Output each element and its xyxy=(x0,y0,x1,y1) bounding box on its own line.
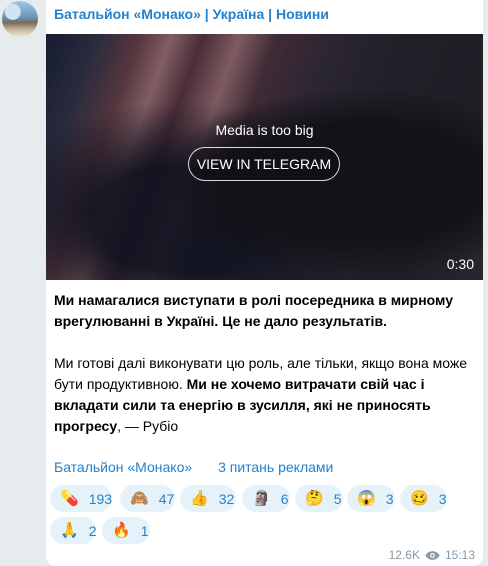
channel-link[interactable]: Батальйон «Монако» xyxy=(54,459,192,475)
reaction-thinking[interactable]: 🤔 5 xyxy=(295,485,343,512)
folded-hands-icon: 🙏 xyxy=(60,522,79,539)
reaction-woozy[interactable]: 🥴 3 xyxy=(400,485,447,512)
reaction-fire[interactable]: 🔥 1 xyxy=(102,517,150,544)
message-meta: 12.6K 15:13 xyxy=(389,548,475,562)
reaction-pray[interactable]: 🙏 2 xyxy=(50,517,96,544)
reaction-thumbs-up[interactable]: 👍 32 xyxy=(180,485,236,512)
eye-icon xyxy=(425,550,440,560)
ads-link[interactable]: 3 питань реклами xyxy=(218,459,333,475)
post-time: 15:13 xyxy=(444,548,475,562)
post-attribution: , — Рубіо xyxy=(117,418,179,434)
thumbs-up-icon: 👍 xyxy=(190,490,209,507)
reaction-count: 2 xyxy=(88,522,97,539)
reaction-count: 193 xyxy=(88,490,113,507)
woozy-face-icon: 🥴 xyxy=(410,490,429,507)
reaction-count: 3 xyxy=(438,490,447,507)
reaction-count: 6 xyxy=(280,490,289,507)
reaction-scream[interactable]: 😱 3 xyxy=(347,485,395,512)
reaction-count: 1 xyxy=(140,522,149,539)
reaction-count: 47 xyxy=(158,490,175,507)
views-count: 12.6K xyxy=(388,548,420,562)
pill-icon: 💊 xyxy=(60,490,79,507)
message-card: Батальйон «Монако» | Україна | Новини Me… xyxy=(46,0,483,566)
reaction-pill[interactable]: 💊 193 xyxy=(50,485,112,512)
fire-icon: 🔥 xyxy=(112,522,131,539)
post-bold-lead: Ми намагалися виступати в ролі посередни… xyxy=(54,292,453,329)
screaming-face-icon: 😱 xyxy=(357,490,376,507)
post-paragraph-1: Ми намагалися виступати в ролі посередни… xyxy=(54,290,474,332)
video-preview[interactable]: Media is too big VIEW IN TELEGRAM 0:30 xyxy=(46,34,483,280)
video-duration: 0:30 xyxy=(446,256,474,272)
moai-icon: 🗿 xyxy=(252,490,271,507)
channel-avatar[interactable] xyxy=(2,1,38,37)
post-paragraph-2: Ми готові далі виконувати цю роль, але т… xyxy=(54,353,474,437)
thinking-face-icon: 🤔 xyxy=(305,490,324,507)
see-no-evil-monkey-icon: 🙈 xyxy=(130,490,149,507)
reaction-monkey[interactable]: 🙈 47 xyxy=(120,485,175,512)
reaction-count: 32 xyxy=(218,490,235,507)
reaction-count: 5 xyxy=(333,490,342,507)
reaction-moai[interactable]: 🗿 6 xyxy=(242,485,290,512)
post-text: Ми намагалися виступати в ролі посередни… xyxy=(54,290,474,437)
view-in-telegram-button[interactable]: VIEW IN TELEGRAM xyxy=(188,147,340,181)
channel-title[interactable]: Батальйон «Монако» | Україна | Новини xyxy=(54,6,329,22)
reaction-count: 3 xyxy=(385,490,394,507)
post-links: Батальйон «Монако» 3 питань реклами xyxy=(54,459,333,475)
media-too-big-message: Media is too big xyxy=(215,122,314,138)
